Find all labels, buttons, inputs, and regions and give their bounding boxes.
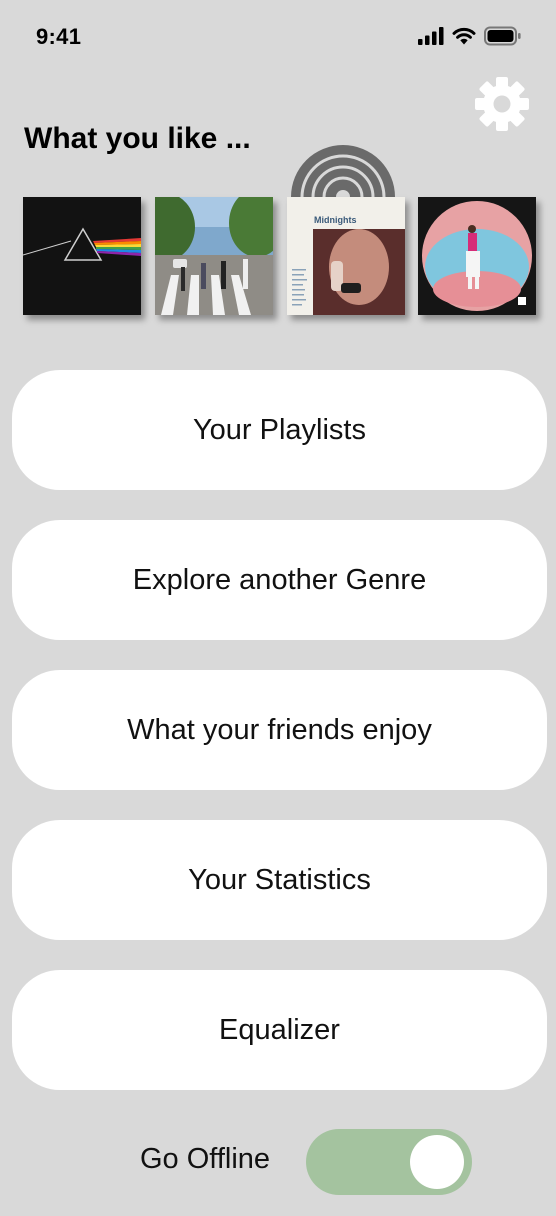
signal-icon [418, 27, 444, 45]
status-time: 9:41 [36, 24, 82, 49]
wifi-icon [452, 27, 476, 45]
status-icons [418, 26, 522, 46]
friends-enjoy-button[interactable]: What your friends enjoy [12, 670, 547, 790]
toggle-knob[interactable] [410, 1135, 464, 1189]
crosswalk-album-cover[interactable] [155, 197, 273, 315]
status-bar: 9:41 [0, 0, 556, 76]
section-title: What you like ... [24, 122, 251, 155]
midnights-album-cover[interactable]: Midnights [287, 197, 405, 315]
explore-genre-button[interactable]: Explore another Genre [12, 520, 547, 640]
your-playlists-button[interactable]: Your Playlists [12, 370, 547, 490]
equalizer-button[interactable]: Equalizer [12, 970, 547, 1090]
midnights-label: Midnights [314, 215, 357, 225]
prism-album-cover[interactable] [23, 197, 141, 315]
go-offline-toggle[interactable] [306, 1129, 472, 1195]
gear-icon[interactable] [474, 76, 530, 132]
battery-icon [484, 26, 521, 46]
fisheye-album-cover[interactable] [418, 197, 536, 315]
your-statistics-button[interactable]: Your Statistics [12, 820, 547, 940]
go-offline-label: Go Offline [140, 1143, 271, 1175]
